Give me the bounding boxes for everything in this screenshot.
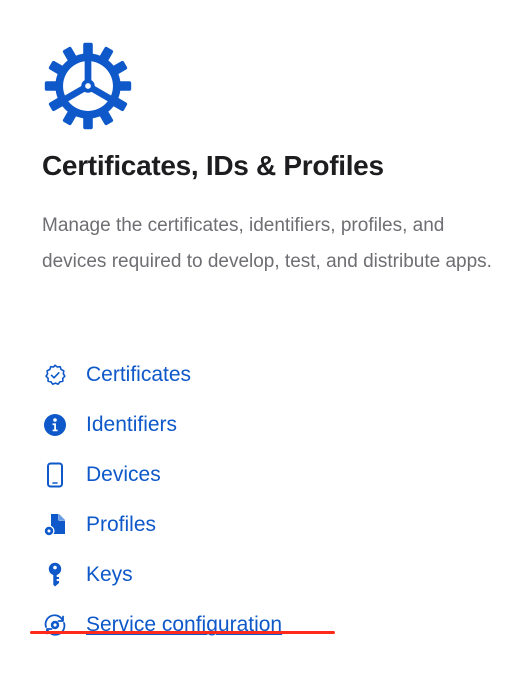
nav-label-profiles: Profiles: [86, 513, 157, 536]
page-title: Certificates, IDs & Profiles: [42, 150, 384, 181]
nav-item-keys[interactable]: Keys: [40, 550, 282, 600]
nav-item-devices[interactable]: Devices: [40, 450, 282, 500]
service-configuration-icon: [40, 610, 70, 640]
profile-document-icon: [40, 510, 70, 540]
nav-label-service-configuration: Service configuration: [86, 613, 283, 636]
nav-item-profiles[interactable]: Profiles: [40, 500, 282, 550]
nav-item-service-configuration[interactable]: Service configuration: [40, 600, 282, 650]
phone-icon: [40, 460, 70, 490]
nav-label-devices: Devices: [86, 463, 161, 486]
nav-item-certificates[interactable]: Certificates: [40, 350, 282, 400]
key-icon: [40, 560, 70, 590]
page-description: Manage the certificates, identifiers, pr…: [42, 215, 492, 272]
nav-label-certificates: Certificates: [86, 363, 192, 386]
certificate-badge-icon: [40, 360, 70, 390]
nav-list: Certificates Identifiers Devices Profile…: [40, 350, 282, 650]
nav-item-identifiers[interactable]: Identifiers: [40, 400, 282, 450]
nav-label-identifiers: Identifiers: [86, 413, 178, 436]
info-circle-icon: [40, 410, 70, 440]
nav-label-keys: Keys: [86, 563, 133, 586]
gear-icon: [44, 42, 132, 130]
red-annotation-underline: [30, 631, 335, 634]
